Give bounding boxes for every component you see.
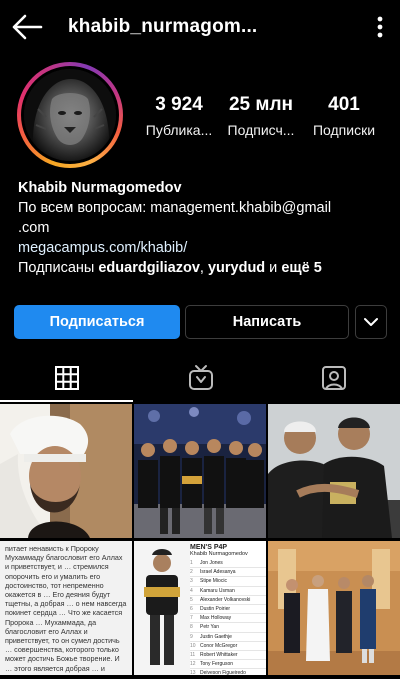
story-ring[interactable] xyxy=(17,62,123,168)
p4p-fighter-name: Justin Gaethje xyxy=(200,633,232,640)
followed-by-separator: , xyxy=(199,260,208,276)
p4p-row: 11 Robert Whittaker xyxy=(190,651,266,661)
post-thumbnail[interactable]: MEN'S P4P Khabib Nurmagomedov 1 Jon Jones… xyxy=(134,541,266,675)
top-bar: khabib_nurmagom... xyxy=(0,0,400,56)
p4p-rank: 4 xyxy=(190,587,193,594)
p4p-fighter-name: Stipe Miocic xyxy=(200,578,227,585)
p4p-fighter-name: Petr Yan xyxy=(200,624,219,631)
tab-posts-grid[interactable] xyxy=(0,354,133,402)
p4p-row: 7 Max Holloway xyxy=(190,614,266,624)
followed-by-and: и xyxy=(265,260,282,276)
p4p-subheader: Khabib Nurmagomedov xyxy=(190,551,248,557)
p4p-fighter-name: Israel Adesanya xyxy=(200,569,236,576)
p4p-rank: 10 xyxy=(190,642,196,649)
p4p-row: 4 Kamaru Usman xyxy=(190,587,266,596)
p4p-row: 9 Justin Gaethje xyxy=(190,633,266,642)
p4p-fighter-name: Deiveson Figueiredo xyxy=(200,670,246,675)
posts-grid: питает ненависть к Пророку Мухаммаду бла… xyxy=(0,404,400,679)
tab-igtv[interactable] xyxy=(134,354,267,402)
profile-username: khabib_nurmagom... xyxy=(68,16,258,37)
p4p-rank: 9 xyxy=(190,633,193,640)
p4p-rank: 6 xyxy=(190,606,193,613)
p4p-rank: 1 xyxy=(190,560,193,566)
stat-followers-label: Подписч... xyxy=(227,122,295,138)
p4p-rank: 12 xyxy=(190,661,196,668)
stat-posts-label: Публика... xyxy=(145,122,213,138)
p4p-row: 6 Dustin Poirier xyxy=(190,605,266,615)
stat-following[interactable]: 401 Подписки xyxy=(301,94,387,138)
followed-by-more[interactable]: ещё 5 xyxy=(281,260,321,276)
stat-followers[interactable]: 25 млн Подписч... xyxy=(218,94,304,138)
active-tab-indicator xyxy=(0,400,133,402)
p4p-fighter-name: Dustin Poirier xyxy=(200,606,231,613)
p4p-row: 3 Stipe Miocic xyxy=(190,577,266,587)
followed-by-user-2[interactable]: yurydud xyxy=(208,260,265,276)
p4p-row: 13 Deiveson Figueiredo xyxy=(190,669,266,675)
p4p-fighter-name: Max Holloway xyxy=(200,615,232,622)
website-link[interactable]: megacampus.com/khabib/ xyxy=(18,238,388,258)
more-vertical-icon[interactable] xyxy=(368,14,392,40)
back-arrow-icon[interactable] xyxy=(10,12,44,42)
post-thumbnail[interactable] xyxy=(268,404,400,538)
p4p-fighter-name: Conor McGregor xyxy=(200,642,238,649)
tagged-icon xyxy=(321,366,346,390)
bio-line-2: .com xyxy=(18,220,50,236)
p4p-row: 1 Jon Jones xyxy=(190,559,266,569)
p4p-rank: 7 xyxy=(190,615,193,622)
stat-posts[interactable]: 3 924 Публика... xyxy=(136,94,222,138)
post-thumbnail[interactable] xyxy=(134,404,266,538)
post-thumbnail[interactable]: питает ненависть к Пророку Мухаммаду бла… xyxy=(0,541,132,675)
avatar[interactable] xyxy=(24,69,116,161)
p4p-header: MEN'S P4P xyxy=(190,544,228,551)
post-thumbnail[interactable] xyxy=(268,541,400,675)
message-button[interactable]: Написать xyxy=(185,305,349,339)
p4p-fighter-name: Kamaru Usman xyxy=(200,587,235,594)
followed-by-line[interactable]: Подписаны eduardgiliazov, yurydud и ещё … xyxy=(18,258,388,278)
suggested-accounts-button[interactable] xyxy=(355,305,387,339)
p4p-fighter-name: Jon Jones xyxy=(200,560,223,566)
tab-tagged[interactable] xyxy=(267,354,400,402)
bio-line-1: По всем вопросам: management.khabib@gmai… xyxy=(18,200,332,216)
followed-by-user-1[interactable]: eduardgiliazov xyxy=(98,260,200,276)
followed-by-prefix: Подписаны xyxy=(18,260,99,276)
p4p-rank: 13 xyxy=(190,670,196,675)
chevron-down-icon xyxy=(364,318,378,326)
follow-button[interactable]: Подписаться xyxy=(14,305,180,339)
grid-icon xyxy=(54,366,79,390)
p4p-rank: 11 xyxy=(190,652,196,659)
profile-full-name: Khabib Nurmagomedov xyxy=(18,180,182,196)
p4p-fighter-name: Robert Whittaker xyxy=(200,652,238,659)
p4p-row: 2 Israel Adesanya xyxy=(190,568,266,578)
p4p-row: 10 Conor McGregor xyxy=(190,642,266,652)
post-thumbnail[interactable] xyxy=(0,404,132,538)
p4p-rank: 2 xyxy=(190,569,193,576)
p4p-row: 5 Alexander Volkanovski xyxy=(190,596,266,606)
igtv-icon xyxy=(188,365,213,390)
stat-following-label: Подписки xyxy=(312,122,376,138)
stat-following-value: 401 xyxy=(328,94,360,115)
p4p-ranking: MEN'S P4P Khabib Nurmagomedov 1 Jon Jones… xyxy=(190,544,266,675)
profile-tabs xyxy=(0,354,400,402)
p4p-fighter-name: Alexander Volkanovski xyxy=(200,596,251,603)
p4p-fighter-name: Tony Ferguson xyxy=(200,661,234,668)
p4p-rank: 3 xyxy=(190,578,193,585)
p4p-rank: 5 xyxy=(190,596,193,603)
profile-bio: Khabib Nurmagomedov По всем вопросам: ma… xyxy=(18,178,388,278)
p4p-rank: 8 xyxy=(190,624,193,631)
post-quote-text: питает ненависть к Пророку Мухаммаду бла… xyxy=(5,544,127,675)
p4p-row: 8 Petr Yan xyxy=(190,623,266,633)
p4p-row: 12 Tony Ferguson xyxy=(190,660,266,670)
stat-posts-value: 3 924 xyxy=(155,94,203,115)
stat-followers-value: 25 млн xyxy=(228,94,293,115)
p4p-list: 1 Jon Jones 2 Israel Adesanya 3 Stipe Miocic 4… xyxy=(190,559,266,675)
